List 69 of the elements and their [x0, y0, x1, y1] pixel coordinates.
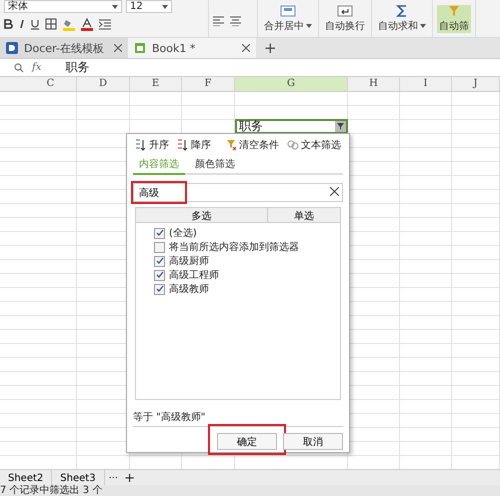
clear-search-button[interactable] [328, 187, 341, 196]
filter-tab[interactable]: 颜色筛选 [189, 156, 241, 176]
docer-logo-icon [6, 42, 18, 54]
filter-value-label[interactable]: 高级厨师 [169, 254, 209, 268]
wrap-button[interactable]: 自动换行 [323, 4, 367, 32]
filter-value-label[interactable]: 高级工程师 [169, 268, 219, 282]
font-color-icon[interactable] [81, 18, 93, 30]
underline-icon[interactable] [31, 18, 39, 30]
document-tab[interactable]: Docer-在线模板 [0, 38, 128, 58]
mode-tab[interactable]: 单选 [268, 208, 340, 222]
more-sheets-button[interactable]: ··· [104, 472, 122, 484]
column-header[interactable]: I [400, 77, 452, 91]
search-field[interactable]: 高级 [133, 183, 343, 202]
mode-tab[interactable]: 多选 [136, 208, 268, 222]
align-center-icon[interactable] [230, 16, 241, 26]
filter-value-label[interactable]: (全选) [169, 226, 197, 240]
checkbox[interactable] [154, 242, 165, 253]
indent-icon[interactable] [99, 18, 111, 30]
borders-icon[interactable] [45, 18, 57, 30]
ok-button[interactable]: 确定 [217, 433, 277, 450]
document-tab[interactable]: Book1 * [128, 38, 256, 58]
merge-cells-icon [280, 4, 296, 16]
status-bar: 7 个记录中筛选出 3 个 [0, 485, 500, 496]
filter-button[interactable]: 自动筛 [437, 4, 471, 32]
align-left-icon[interactable] [213, 16, 224, 26]
font-name-dropdown[interactable]: 宋体 [4, 0, 122, 13]
cancel-button[interactable]: 取消 [283, 433, 343, 450]
close-icon[interactable] [242, 44, 250, 52]
sum-button[interactable]: 自动求和 [376, 4, 428, 32]
sort-button[interactable]: 升序 [133, 138, 171, 152]
checkbox[interactable] [154, 284, 165, 295]
fill-color-icon[interactable] [63, 18, 75, 30]
filter-value-label[interactable]: 将当前所选内容添加到筛选器 [169, 240, 299, 254]
italic-icon[interactable] [19, 19, 25, 29]
function-label[interactable]: fx [32, 62, 42, 73]
checkbox[interactable] [154, 228, 165, 239]
caret-icon [162, 4, 168, 8]
merge-button[interactable]: 合并居中 [262, 4, 314, 32]
spreadsheet-file-icon [134, 42, 146, 54]
caret-icon [112, 4, 118, 8]
column-header[interactable]: G [235, 77, 348, 91]
close-icon[interactable] [114, 44, 122, 52]
filter-dropdown-button[interactable] [335, 121, 346, 132]
zoom-icon[interactable] [14, 62, 24, 72]
column-header[interactable]: H [348, 77, 400, 91]
checkbox[interactable] [154, 270, 165, 281]
font-size-dropdown[interactable]: 12 [126, 0, 172, 13]
column-header[interactable]: J [452, 77, 500, 91]
sort-descending-icon [177, 138, 189, 151]
filter-value-label[interactable]: 高级教师 [169, 282, 209, 296]
text-filter-button[interactable]: 文本筛选 [285, 138, 343, 152]
column-header[interactable]: C [25, 77, 77, 91]
sort-button[interactable]: 降序 [175, 138, 213, 152]
funnel-clear-icon [226, 138, 237, 151]
filter-settings-icon [287, 138, 299, 151]
close-icon [330, 187, 339, 196]
clear-filter-button[interactable]: 清空条件 [224, 138, 281, 152]
formula-value: 职务 [65, 59, 90, 76]
sort-ascending-icon [135, 138, 147, 151]
add-sheet-button[interactable]: + [122, 470, 138, 486]
sigma-icon [396, 4, 408, 16]
wrap-text-icon [337, 4, 353, 16]
new-tab-button[interactable]: + [256, 38, 285, 58]
funnel-icon [448, 4, 460, 16]
filter-summary: 等于 "高级教师" [133, 410, 206, 424]
column-header[interactable]: D [77, 77, 130, 91]
bold-icon[interactable] [4, 19, 13, 29]
checkbox[interactable] [154, 256, 165, 267]
column-header[interactable]: E [130, 77, 182, 91]
